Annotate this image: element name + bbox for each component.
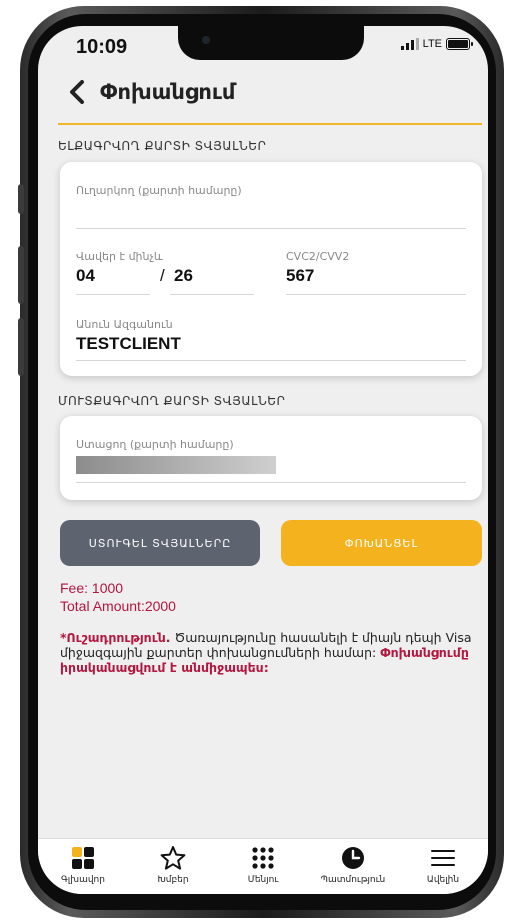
status-time: 10:09 [76,36,128,58]
sender-card: Ուղարկող (քարտի համարը) Վավեր է մինչև 04… [60,162,482,376]
tab-history[interactable]: Պատմություն [308,839,398,894]
notch [178,26,364,60]
expiry-separator: / [160,266,165,285]
receiver-card-number-field[interactable] [76,482,466,483]
page-header: Փոխանցում [68,80,235,104]
clock-icon [342,847,364,869]
side-button-mute [18,184,24,214]
expiry-month-value[interactable]: 04 [76,266,95,286]
page-title: Փոխանցում [100,80,236,104]
tab-more[interactable]: Ավելին [398,839,488,894]
name-label: Անուն Ազգանուն [76,318,173,331]
notice-attention: *Ուշադրություն. [60,630,171,645]
receiver-card-number-masked-value[interactable] [76,456,276,474]
star-icon [160,846,186,870]
tab-menu-label: Մենյու [247,875,279,885]
network-label: LTE [422,38,442,50]
sender-section-title: ԵԼՔԱԳՐՎՈՂ ՔԱՐՏԻ ՏՎՅԱԼՆԵՐ [58,139,267,153]
cvc-label: CVC2/CVV2 [286,250,350,263]
expiry-year-value[interactable]: 26 [174,266,193,286]
tab-groups[interactable]: Խմբեր [128,839,218,894]
home-grid-icon [72,847,94,869]
expiry-label: Վավեր է մինչև [76,250,163,263]
fee-text: Fee: 1000 [60,580,124,596]
total-amount-text: Total Amount:2000 [60,598,176,614]
sender-card-number-label: Ուղարկող (քարտի համարը) [76,184,242,197]
battery-icon [446,38,473,50]
cvc-value[interactable]: 567 [286,266,314,286]
tab-history-label: Պատմություն [320,875,386,885]
notice-text: *Ուշադրություն. Ծառայությունը հասանելի է… [60,630,480,675]
tab-more-label: Ավելին [426,875,460,885]
transfer-button[interactable]: ՓՈԽԱՆՑԵԼ [281,520,482,566]
check-details-button[interactable]: ՍՏՈՒԳԵԼ ՏՎՅԱԼՆԵՐԸ [60,520,260,566]
dots-grid-icon [252,847,274,869]
name-value[interactable]: TESTCLIENT [76,334,181,354]
expiry-month-field[interactable] [76,294,150,295]
name-field[interactable] [76,360,466,361]
signal-icon [400,38,419,50]
app-screen: 10:09 LTE Փոխանցում ԵԼՔԱԳՐՎՈՂ ՔԱՐՏԻ ՏՎՅԱ… [38,26,488,894]
tab-home-label: Գլխավոր [61,875,105,885]
cvc-field[interactable] [286,294,466,295]
hamburger-icon [431,850,455,866]
tab-home[interactable]: Գլխավոր [38,839,128,894]
side-button-volume-up [18,246,24,304]
tab-menu[interactable]: Մենյու [218,839,308,894]
back-chevron-icon[interactable] [68,80,86,104]
status-indicators: LTE [400,38,473,50]
receiver-card-number-label: Ստացող (քարտի համարը) [76,438,234,451]
camera-icon [202,36,210,44]
bottom-tab-bar: Գլխավոր Խմբեր Մենյու Պատմություն Ավելին [38,838,488,894]
expiry-year-field[interactable] [170,294,254,295]
receiver-section-title: ՄՈՒՏՔԱԳՐՎՈՂ ՔԱՐՏԻ ՏՎՅԱԼՆԵՐ [58,394,286,408]
receiver-card: Ստացող (քարտի համարը) [60,416,482,500]
side-button-volume-down [18,318,24,376]
tab-groups-label: Խմբեր [157,875,189,885]
header-divider [58,123,482,125]
sender-card-number-field[interactable] [76,228,466,229]
